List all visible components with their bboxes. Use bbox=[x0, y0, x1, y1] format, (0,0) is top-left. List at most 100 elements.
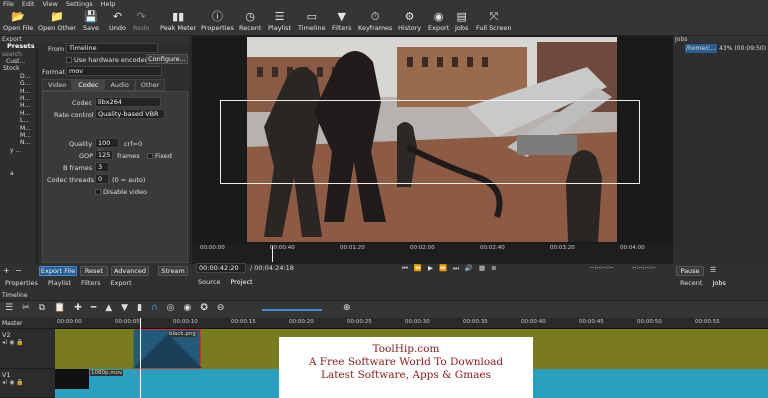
disable-video-checkbox[interactable] bbox=[95, 189, 101, 195]
from-select[interactable]: Timeline bbox=[66, 43, 158, 53]
hardware-encoder-checkbox[interactable] bbox=[66, 57, 72, 63]
tree-item[interactable]: N... bbox=[0, 139, 36, 146]
tree-item[interactable]: a bbox=[0, 170, 36, 177]
tab-playlist[interactable]: Playlist bbox=[48, 279, 71, 287]
save-button[interactable]: 💾 Save bbox=[83, 8, 99, 36]
tree-item[interactable]: G... bbox=[0, 80, 36, 87]
skip-next-icon[interactable]: ⏭ bbox=[453, 264, 459, 273]
reset-button[interactable]: Reset bbox=[80, 266, 108, 276]
tree-item[interactable]: Cust... bbox=[0, 58, 36, 65]
menu-view[interactable]: View bbox=[42, 0, 57, 8]
player-playhead[interactable] bbox=[272, 246, 273, 262]
track-mute-icon[interactable]: ◂) ◉ 🔒 bbox=[2, 339, 53, 346]
tab-properties[interactable]: Properties bbox=[5, 279, 38, 287]
tree-item[interactable]: H... bbox=[0, 88, 36, 95]
tree-item[interactable]: H... bbox=[0, 110, 36, 117]
remove-icon[interactable]: ━ bbox=[91, 303, 96, 313]
fullscreen-button[interactable]: ⤧ Full Screen bbox=[476, 8, 512, 36]
timeline-menu-icon[interactable]: ☰ bbox=[5, 303, 13, 313]
zoom-in-icon[interactable]: ⊕ bbox=[343, 303, 351, 313]
tab-jobs[interactable]: Jobs bbox=[712, 279, 725, 287]
codec-select[interactable]: libx264 bbox=[95, 97, 161, 107]
bframes-spinbox[interactable]: 3 bbox=[95, 162, 109, 172]
zoom-out-icon[interactable]: ⊖ bbox=[217, 303, 225, 313]
playlist-button[interactable]: ☰ Playlist bbox=[268, 8, 291, 36]
stream-button[interactable]: Stream bbox=[158, 266, 188, 276]
filters-button[interactable]: ▼ Filters bbox=[332, 8, 351, 36]
tree-item[interactable]: H... bbox=[0, 95, 36, 102]
copy-icon[interactable]: ⧉ bbox=[39, 303, 45, 313]
tree-item[interactable]: M... bbox=[0, 132, 36, 139]
ripple-icon[interactable]: ◉ bbox=[184, 303, 192, 313]
history-button[interactable]: ⚙ History bbox=[398, 8, 421, 36]
configure-button[interactable]: Configure... bbox=[146, 54, 188, 64]
timeline-button[interactable]: ▭ Timeline bbox=[298, 8, 326, 36]
menu-edit[interactable]: Edit bbox=[22, 0, 35, 8]
tab-codec[interactable]: Codec bbox=[72, 79, 105, 91]
properties-button[interactable]: ⓘ Properties bbox=[201, 8, 234, 36]
current-time-field[interactable]: 00:00:42:20 bbox=[196, 263, 246, 273]
tab-source[interactable]: Source bbox=[198, 278, 220, 286]
remove-preset-icon[interactable]: − bbox=[15, 266, 22, 275]
rewind-icon[interactable]: ⏪ bbox=[414, 264, 422, 273]
add-preset-icon[interactable]: + bbox=[3, 266, 10, 275]
menu-settings[interactable]: Settings bbox=[66, 0, 93, 8]
grid-icon[interactable]: ▦ bbox=[479, 264, 485, 273]
tab-recent[interactable]: Recent bbox=[680, 279, 702, 287]
open-file-button[interactable]: 📂 Open File bbox=[3, 8, 33, 36]
tree-item[interactable]: H... bbox=[0, 102, 36, 109]
jobs-menu-icon[interactable]: ☰ bbox=[710, 266, 716, 274]
clip-black-png[interactable]: black.png bbox=[133, 329, 202, 369]
tree-item[interactable]: L... bbox=[0, 117, 36, 124]
gop-spinbox[interactable]: 125 bbox=[95, 150, 113, 160]
track-header-v2[interactable]: V2 ◂) ◉ 🔒 bbox=[0, 329, 55, 369]
zoom-icon[interactable]: ⊕ bbox=[491, 264, 496, 273]
recent-button[interactable]: ◷ Recent bbox=[239, 8, 261, 36]
lift-icon[interactable]: ▲ bbox=[105, 303, 112, 313]
track-header-v1[interactable]: V1 ◂) ◉ 🔒 bbox=[0, 369, 55, 398]
open-other-button[interactable]: 📁 Open Other bbox=[38, 8, 76, 36]
tab-filters[interactable]: Filters bbox=[81, 279, 100, 287]
redo-button[interactable]: ↷ Redo bbox=[133, 8, 149, 36]
overwrite-icon[interactable]: ▼ bbox=[121, 303, 128, 313]
volume-icon[interactable]: 🔊 bbox=[465, 264, 473, 273]
jobs-button[interactable]: ▤ Jobs bbox=[455, 8, 468, 36]
tab-video[interactable]: Video bbox=[42, 79, 73, 91]
timeline-playhead[interactable] bbox=[140, 318, 141, 398]
tab-audio[interactable]: Audio bbox=[104, 79, 135, 91]
advanced-button[interactable]: Advanced bbox=[111, 266, 149, 276]
append-icon[interactable]: ✚ bbox=[74, 303, 82, 313]
player-ruler[interactable]: 00:00:00 00:00:40 00:01:20 00:02:00 00:0… bbox=[192, 244, 673, 264]
fixed-gop-checkbox[interactable] bbox=[147, 153, 153, 159]
paste-icon[interactable]: 📋 bbox=[54, 303, 65, 313]
peak-meter-button[interactable]: ▮▮ Peak Meter bbox=[160, 8, 196, 36]
pause-jobs-button[interactable]: Pause bbox=[676, 266, 704, 276]
preset-search-input[interactable]: search bbox=[2, 51, 22, 58]
undo-button[interactable]: ↶ Undo bbox=[109, 8, 126, 36]
tab-export[interactable]: Export bbox=[110, 279, 131, 287]
split-icon[interactable]: ▮ bbox=[137, 303, 142, 313]
menu-file[interactable]: File bbox=[3, 0, 14, 8]
cut-icon[interactable]: ✂ bbox=[22, 303, 30, 313]
zoom-slider[interactable] bbox=[262, 309, 322, 311]
track-mute-icon[interactable]: ◂) ◉ 🔒 bbox=[2, 379, 53, 386]
quality-spinbox[interactable]: 100 % bbox=[95, 138, 119, 156]
codec-threads-spinbox[interactable]: 0 bbox=[95, 174, 109, 184]
tree-item[interactable]: M... bbox=[0, 125, 36, 132]
scrub-icon[interactable]: ◎ bbox=[167, 303, 175, 313]
fast-forward-icon[interactable]: ⏩ bbox=[439, 264, 447, 273]
tree-item[interactable]: Stock bbox=[0, 65, 36, 72]
tab-project[interactable]: Project bbox=[230, 278, 252, 286]
format-select[interactable]: mov bbox=[66, 66, 162, 76]
play-icon[interactable]: ▶ bbox=[428, 264, 433, 273]
tree-item[interactable]: y ... bbox=[0, 147, 36, 154]
menu-help[interactable]: Help bbox=[101, 0, 116, 8]
skip-previous-icon[interactable]: ⏮ bbox=[402, 264, 408, 273]
rate-control-select[interactable]: Quality-based VBR bbox=[95, 109, 165, 119]
job-row[interactable]: /home/c... 43% (00:09:50) bbox=[685, 44, 768, 53]
ripple-all-icon[interactable]: ✪ bbox=[200, 303, 208, 313]
timeline-ruler[interactable]: 00:00:00 00:00:05 00:00:10 00:00:15 00:0… bbox=[55, 318, 768, 329]
tab-other[interactable]: Other bbox=[134, 79, 166, 91]
export-button[interactable]: ◉ Export bbox=[428, 8, 449, 36]
export-file-button[interactable]: Export File bbox=[39, 266, 77, 276]
